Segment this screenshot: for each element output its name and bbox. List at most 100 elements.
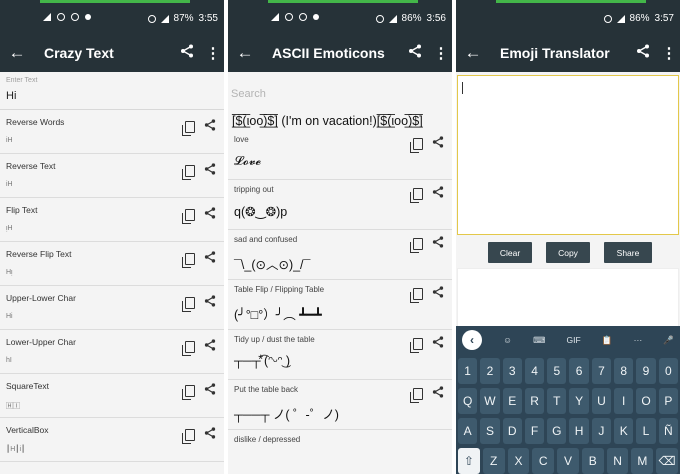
share-icon[interactable] [432, 185, 444, 203]
key[interactable]: W [480, 388, 500, 414]
overflow-menu-icon[interactable]: ⋮ [202, 44, 224, 62]
copy-icon[interactable] [410, 238, 423, 253]
copy-icon[interactable] [410, 188, 423, 203]
key[interactable]: S [480, 418, 500, 444]
share-icon[interactable] [408, 44, 430, 63]
key[interactable]: 1 [458, 358, 478, 384]
key[interactable]: M [631, 448, 654, 474]
clipboard-icon[interactable]: 📋 [602, 335, 613, 346]
key[interactable]: B [581, 448, 604, 474]
input-value[interactable]: Hi [6, 90, 218, 102]
key[interactable]: D [502, 418, 522, 444]
copy-icon[interactable] [182, 165, 195, 180]
key[interactable]: H [569, 418, 589, 444]
share-icon[interactable] [432, 385, 444, 403]
text-input-field[interactable]: Enter Text Hi [0, 72, 224, 110]
share-icon[interactable] [180, 44, 202, 63]
copy-icon[interactable] [410, 138, 423, 153]
more-icon[interactable]: ··· [634, 335, 643, 345]
copy-icon[interactable] [410, 338, 423, 353]
list-item: Flip Text ᴉH [0, 198, 224, 242]
copy-icon[interactable] [182, 429, 195, 444]
key[interactable]: V [557, 448, 579, 474]
copy-icon[interactable] [182, 385, 195, 400]
share-icon[interactable] [204, 426, 216, 444]
key[interactable]: 3 [502, 358, 522, 384]
shift-key[interactable]: ⇧ [458, 448, 480, 474]
key[interactable]: G [547, 418, 567, 444]
copy-icon[interactable] [182, 209, 195, 224]
key[interactable]: 2 [480, 358, 500, 384]
gif-button[interactable]: GIF [567, 335, 581, 345]
share-icon[interactable] [204, 118, 216, 136]
key[interactable]: E [502, 388, 522, 414]
key[interactable]: R [524, 388, 545, 414]
key[interactable]: O [636, 388, 656, 414]
share-icon[interactable] [432, 285, 444, 303]
key[interactable]: I [614, 388, 634, 414]
overflow-menu-icon[interactable]: ⋮ [658, 44, 680, 62]
copy-icon[interactable] [182, 341, 195, 356]
key[interactable]: P [658, 388, 678, 414]
share-icon[interactable] [432, 335, 444, 353]
translation-output [457, 268, 679, 328]
key[interactable]: 8 [614, 358, 634, 384]
share-button[interactable]: Share [604, 242, 652, 263]
copy-icon[interactable] [182, 253, 195, 268]
key[interactable]: Y [569, 388, 589, 414]
share-icon[interactable] [204, 250, 216, 268]
back-arrow-icon[interactable]: ← [0, 43, 34, 63]
clock: 3:55 [198, 13, 218, 24]
key[interactable]: Ñ [658, 418, 678, 444]
microphone-icon[interactable]: 🎤 [663, 335, 674, 346]
list-item: dislike / depressed [228, 430, 452, 474]
back-arrow-icon[interactable]: ← [228, 43, 262, 63]
share-icon[interactable] [432, 235, 444, 253]
overflow-menu-icon[interactable]: ⋮ [430, 44, 452, 62]
key[interactable]: X [507, 448, 530, 474]
share-icon[interactable] [432, 135, 444, 153]
list-item: Put the table back ┬──┬ ノ( ゜-゜ノ) [228, 380, 452, 430]
text-cursor [462, 82, 463, 94]
translate-input[interactable] [457, 75, 679, 235]
key[interactable]: 6 [569, 358, 589, 384]
key[interactable]: L [636, 418, 656, 444]
key[interactable]: K [614, 418, 634, 444]
share-icon[interactable] [204, 382, 216, 400]
list-item: Tidy up / dust the table ┬─┬⃰͡ (ᵔᵕᵔ͜ ) [228, 330, 452, 380]
key[interactable]: T [547, 388, 567, 414]
key[interactable]: F [524, 418, 545, 444]
search-input[interactable]: Search [228, 72, 452, 106]
copy-button[interactable]: Copy [546, 242, 590, 263]
sticker-icon[interactable]: ☺ [503, 335, 512, 345]
keyboard-collapse-icon[interactable]: ‹ [462, 330, 482, 350]
share-icon[interactable] [204, 294, 216, 312]
back-arrow-icon[interactable]: ← [456, 43, 490, 63]
copy-icon[interactable] [182, 121, 195, 136]
copy-icon[interactable] [182, 297, 195, 312]
key[interactable]: C [532, 448, 555, 474]
status-bar: 86% 3:56 [228, 0, 452, 34]
notification-icon [43, 13, 51, 21]
key[interactable]: 9 [636, 358, 656, 384]
key[interactable]: 5 [547, 358, 567, 384]
copy-icon[interactable] [410, 388, 423, 403]
share-icon[interactable] [204, 206, 216, 224]
copy-icon[interactable] [410, 288, 423, 303]
translate-icon[interactable]: ⌨ [533, 335, 545, 346]
share-icon[interactable] [636, 44, 658, 63]
key[interactable]: 7 [591, 358, 612, 384]
key[interactable]: 0 [658, 358, 678, 384]
share-icon[interactable] [204, 338, 216, 356]
style-output: 🄷🄸 [6, 403, 20, 410]
key[interactable]: Z [482, 448, 505, 474]
key[interactable]: A [458, 418, 478, 444]
clear-button[interactable]: Clear [488, 242, 532, 263]
key[interactable]: N [606, 448, 629, 474]
share-icon[interactable] [204, 162, 216, 180]
key[interactable]: U [591, 388, 612, 414]
key[interactable]: 4 [524, 358, 545, 384]
backspace-key[interactable]: ⌫ [656, 448, 679, 474]
key[interactable]: Q [458, 388, 478, 414]
key[interactable]: J [591, 418, 612, 444]
